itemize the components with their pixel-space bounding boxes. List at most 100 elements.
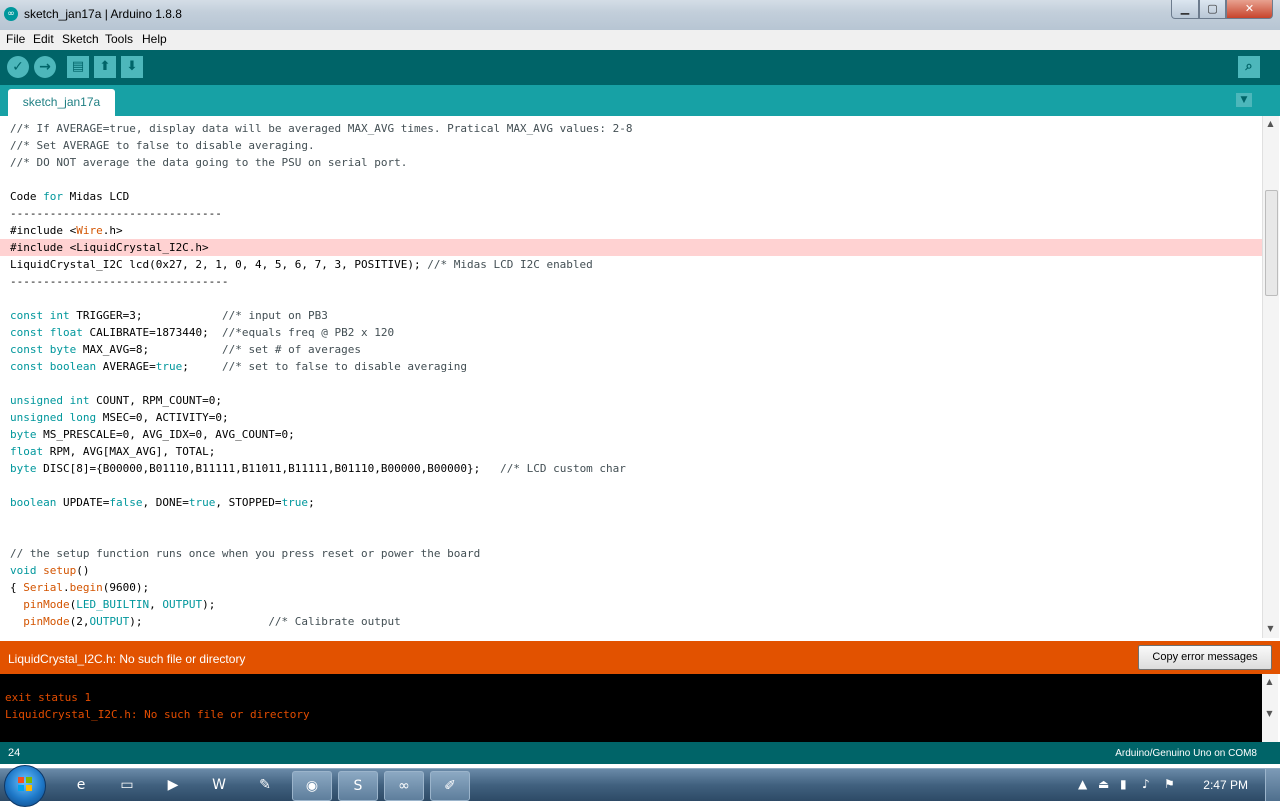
volume-icon[interactable]: ♪ bbox=[1142, 777, 1150, 791]
maximize-button[interactable]: ▢ bbox=[1199, 0, 1226, 19]
arduino-icon[interactable]: ∞ bbox=[384, 771, 424, 801]
code-token: //* DO NOT average the data going to the… bbox=[10, 156, 408, 169]
verify-button[interactable]: ✓ bbox=[7, 56, 29, 78]
save-button[interactable]: ⬇ bbox=[121, 56, 143, 78]
chevron-down-icon: ▼ bbox=[1240, 95, 1248, 105]
code-token: MAX_AVG=8; bbox=[76, 343, 222, 356]
media-player-icon[interactable]: ▶ bbox=[154, 771, 192, 799]
code-token: boolean bbox=[10, 496, 57, 509]
code-token: .h> bbox=[102, 224, 123, 237]
code-token: //* set to false to disable averaging bbox=[221, 360, 468, 373]
scroll-up-icon[interactable]: ▲ bbox=[1265, 118, 1276, 129]
code-line: byte DISC[8]={B00000,B01110,B11111,B1101… bbox=[10, 460, 1262, 477]
start-button[interactable] bbox=[4, 765, 46, 807]
tab-menu-button[interactable]: ▼ bbox=[1236, 93, 1252, 107]
code-token: -------------------------------- bbox=[10, 207, 222, 220]
scroll-up-icon[interactable]: ▲ bbox=[1264, 676, 1275, 687]
code-token: (9600); bbox=[102, 581, 150, 594]
code-token: setup bbox=[43, 564, 77, 577]
code-token: Wire bbox=[76, 224, 103, 237]
code-token: void bbox=[10, 564, 37, 577]
internet-explorer-icon[interactable]: e bbox=[62, 771, 100, 799]
menu-tools[interactable]: Tools bbox=[105, 32, 133, 46]
minimize-button[interactable]: ▁ bbox=[1171, 0, 1199, 19]
new-button[interactable]: ▤ bbox=[67, 56, 89, 78]
code-token: //* Midas LCD I2C enabled bbox=[427, 258, 593, 271]
code-token: const bbox=[10, 326, 44, 339]
code-token: int bbox=[69, 394, 90, 407]
window-controls: ▁ ▢ ✕ bbox=[1171, 0, 1273, 20]
code-token: UPDATE= bbox=[56, 496, 110, 509]
code-token: //* set # of averages bbox=[221, 343, 362, 356]
usb-icon[interactable]: ⏏ bbox=[1098, 777, 1109, 791]
code-text[interactable]: //* If AVERAGE=true, display data will b… bbox=[0, 120, 1262, 630]
code-token: Code bbox=[10, 190, 44, 203]
code-line: -------------------------------- bbox=[10, 205, 1262, 222]
menu-sketch[interactable]: Sketch bbox=[62, 32, 99, 46]
code-token: unsigned bbox=[10, 394, 63, 407]
menu-file[interactable]: File bbox=[6, 32, 25, 46]
skype-icon[interactable]: S bbox=[338, 771, 378, 801]
console-output[interactable]: exit status 1 LiquidCrystal_I2C.h: No su… bbox=[0, 674, 1262, 742]
serial-monitor-button[interactable]: ⌕ bbox=[1238, 56, 1260, 78]
code-editor[interactable]: //* If AVERAGE=true, display data will b… bbox=[0, 116, 1262, 638]
menu-edit[interactable]: Edit bbox=[33, 32, 54, 46]
error-bar: LiquidCrystal_I2C.h: No such file or dir… bbox=[0, 641, 1280, 674]
code-token: //* LCD custom char bbox=[500, 462, 626, 475]
code-token: , bbox=[149, 598, 163, 611]
code-line: const int TRIGGER=3; //* input on PB3 bbox=[10, 307, 1262, 324]
network-icon[interactable]: ▮ bbox=[1120, 777, 1127, 791]
code-line: float RPM, AVG[MAX_AVG], TOTAL; bbox=[10, 443, 1262, 460]
copy-error-messages-button[interactable]: Copy error messages bbox=[1138, 645, 1272, 670]
editor-scroll-thumb[interactable] bbox=[1265, 190, 1278, 296]
upload-button[interactable]: → bbox=[34, 56, 56, 78]
code-token: //* Set AVERAGE to false to disable aver… bbox=[10, 139, 315, 152]
code-token: byte bbox=[10, 462, 37, 475]
code-line: unsigned int COUNT, RPM_COUNT=0; bbox=[10, 392, 1262, 409]
code-token: true bbox=[155, 360, 183, 373]
code-token: OUTPUT bbox=[162, 598, 203, 611]
code-token: unsigned bbox=[10, 411, 63, 424]
code-token: boolean bbox=[49, 360, 97, 373]
code-token: for bbox=[43, 190, 63, 203]
code-line: //* DO NOT average the data going to the… bbox=[10, 154, 1262, 171]
code-token: const bbox=[10, 343, 44, 356]
code-line: const boolean AVERAGE=true; //* set to f… bbox=[10, 358, 1262, 375]
code-line: //* Set AVERAGE to false to disable aver… bbox=[10, 137, 1262, 154]
editor-scrollbar[interactable]: ▲ ▼ bbox=[1262, 116, 1279, 638]
toolbar: ✓ → ▤ ⬆ ⬇ ⌕ bbox=[0, 50, 1280, 85]
code-token: byte bbox=[49, 343, 77, 356]
open-button[interactable]: ⬆ bbox=[94, 56, 116, 78]
code-token: , DONE= bbox=[142, 496, 189, 509]
console-scrollbar[interactable]: ▲ ▼ bbox=[1262, 674, 1278, 742]
code-token: // the setup function runs once when you… bbox=[10, 547, 481, 560]
windows-logo-icon bbox=[17, 776, 33, 792]
close-button[interactable]: ✕ bbox=[1226, 0, 1273, 19]
scroll-down-icon[interactable]: ▼ bbox=[1265, 623, 1276, 634]
chrome-icon[interactable]: ◉ bbox=[292, 771, 332, 801]
flag-icon[interactable]: ⚑ bbox=[1164, 777, 1175, 791]
code-line: //* If AVERAGE=true, display data will b… bbox=[10, 120, 1262, 137]
clock[interactable]: 2:47 PM bbox=[1203, 778, 1248, 792]
file-explorer-icon[interactable]: ▭ bbox=[108, 771, 146, 799]
code-token: DISC[8]={B00000,B01110,B11111,B11011,B11… bbox=[36, 462, 501, 475]
menu-help[interactable]: Help bbox=[142, 32, 167, 46]
show-hidden-icons-icon[interactable]: ▲ bbox=[1078, 777, 1087, 791]
code-line-error: #include <LiquidCrystal_I2C.h> bbox=[0, 239, 1262, 256]
tab-sketch[interactable]: sketch_jan17a bbox=[8, 89, 115, 116]
code-token: //* input on PB3 bbox=[221, 309, 328, 322]
code-line: pinMode(2,OUTPUT); //* Calibrate output bbox=[10, 613, 1262, 630]
paint-icon[interactable]: ✎ bbox=[246, 771, 284, 799]
scroll-down-icon[interactable]: ▼ bbox=[1264, 708, 1275, 719]
code-token: //* If AVERAGE=true, display data will b… bbox=[10, 122, 633, 135]
word-icon[interactable]: W bbox=[200, 771, 238, 799]
code-token: const bbox=[10, 309, 44, 322]
code-token: CALIBRATE=1873440; bbox=[82, 326, 222, 339]
show-desktop-button[interactable] bbox=[1265, 769, 1280, 801]
paint-brush-icon[interactable]: ✐ bbox=[430, 771, 470, 801]
code-token: . bbox=[63, 581, 70, 594]
code-line: #include <Wire.h> bbox=[10, 222, 1262, 239]
